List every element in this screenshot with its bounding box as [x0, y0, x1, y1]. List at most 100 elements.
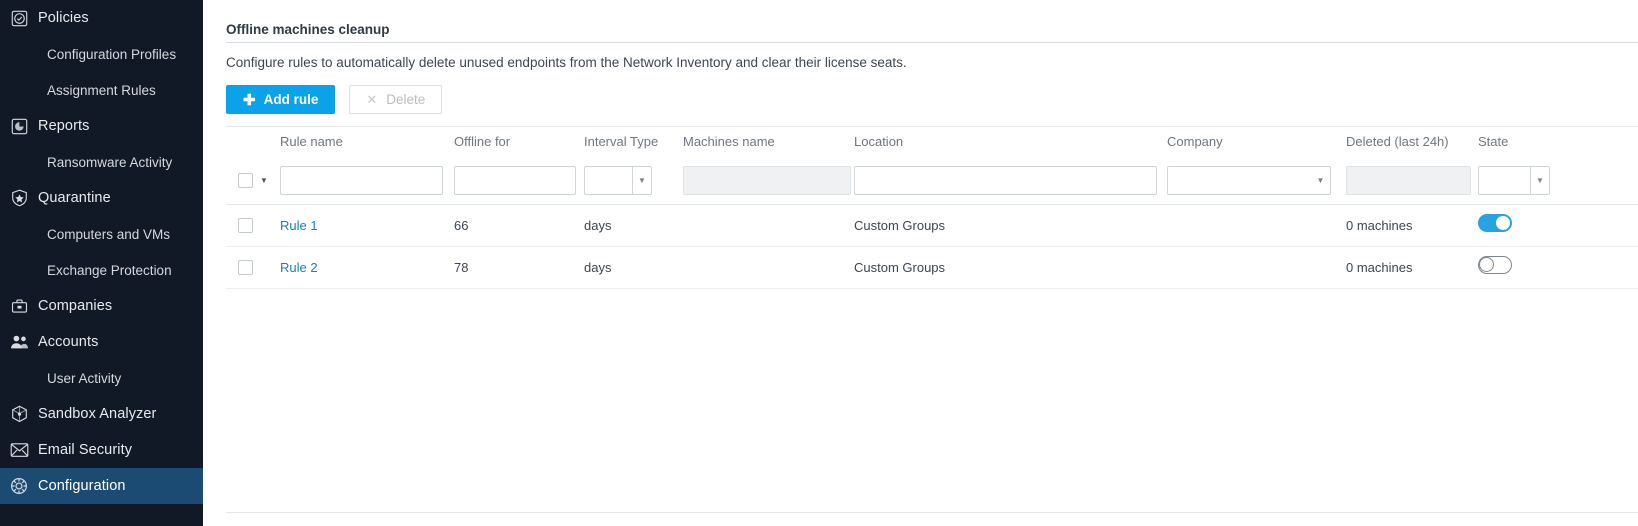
add-rule-label: Add rule [264, 92, 319, 107]
filter-interval-type-value [585, 167, 632, 194]
table-row: Rule 2 78 days Custom Groups 0 machines [226, 247, 1638, 289]
sidebar-item-label: Accounts [38, 334, 98, 350]
header-rule-name: Rule name [280, 134, 343, 149]
row-select-cell [226, 218, 277, 233]
envelope-icon [4, 439, 34, 461]
filter-location-input[interactable] [854, 166, 1157, 195]
briefcase-icon [4, 295, 34, 317]
sidebar-item-reports[interactable]: Reports [0, 108, 203, 144]
chevron-down-icon[interactable]: ▼ [1311, 167, 1330, 194]
page-title: Offline machines cleanup [226, 22, 390, 37]
sidebar-item-label: Policies [38, 10, 89, 26]
sidebar-subitem-ransomware-activity[interactable]: Ransomware Activity [0, 144, 203, 180]
chevron-down-icon[interactable]: ▼ [260, 177, 268, 185]
filter-company-select[interactable]: ▼ [1167, 166, 1331, 195]
sidebar-subitem-user-activity[interactable]: User Activity [0, 360, 203, 396]
sidebar-item-label: Sandbox Analyzer [38, 406, 157, 422]
header-interval-type: Interval Type [584, 134, 658, 149]
table-body: Rule 166daysCustom Groups0 machinesRule … [226, 205, 1638, 289]
sidebar-subitem-label: Assignment Rules [47, 83, 156, 98]
toggle-knob [1496, 216, 1510, 230]
sidebar-subitem-label: Configuration Profiles [47, 47, 176, 62]
header-deleted-last-24h: Deleted (last 24h) [1346, 134, 1449, 149]
sidebar-subitem-assignment-rules[interactable]: Assignment Rules [0, 72, 203, 108]
sidebar-subitem-configuration-profiles[interactable]: Configuration Profiles [0, 36, 203, 72]
row-select-cell [226, 260, 277, 275]
location-value: Custom Groups [854, 260, 945, 275]
header-machines-name: Machines name [683, 134, 775, 149]
sidebar-item-quarantine[interactable]: Quarantine [0, 180, 203, 216]
filter-state-value [1479, 167, 1530, 194]
sidebar-item-label: Companies [38, 298, 112, 314]
filter-cell-select-all: ▼ [226, 173, 277, 188]
state-toggle[interactable] [1478, 214, 1512, 232]
sidebar: Policies Configuration Profiles Assignment… [0, 0, 203, 526]
users-icon [4, 331, 34, 353]
filter-company-value [1168, 167, 1311, 194]
rules-table: Rule name Offline for Interval Type Mach… [226, 126, 1638, 289]
toolbar: ✚ Add rule ✕ Delete [226, 85, 442, 114]
sidebar-item-companies[interactable]: Companies [0, 288, 203, 324]
offline-for-value: 78 [454, 260, 468, 275]
filter-machines-name-input[interactable] [683, 166, 851, 195]
filter-rule-name-input[interactable] [280, 166, 443, 195]
table-row: Rule 1 66 days Custom Groups 0 machines [226, 205, 1638, 247]
sidebar-item-policies[interactable]: Policies [0, 0, 203, 36]
chevron-down-icon[interactable]: ▼ [1530, 167, 1549, 194]
gear-icon [4, 475, 34, 497]
table-filter-row: ▼ ▼ [226, 157, 1638, 205]
sidebar-subitem-label: Exchange Protection [47, 263, 172, 278]
delete-label: Delete [386, 92, 425, 107]
sidebar-item-sandbox-analyzer[interactable]: Sandbox Analyzer [0, 396, 203, 432]
chevron-down-icon[interactable]: ▼ [632, 167, 651, 194]
state-toggle[interactable] [1478, 256, 1512, 274]
page-description: Configure rules to automatically delete … [226, 55, 907, 70]
rule-name-link[interactable]: Rule 2 [280, 260, 318, 275]
sidebar-subitem-label: Ransomware Activity [47, 155, 172, 170]
filter-offline-for-input[interactable] [454, 166, 576, 195]
header-location: Location [854, 134, 903, 149]
sidebar-item-email-security[interactable]: Email Security [0, 432, 203, 468]
sidebar-item-label: Email Security [38, 442, 132, 458]
sidebar-item-configuration[interactable]: Configuration [0, 468, 203, 504]
rule-name-link[interactable]: Rule 1 [280, 218, 318, 233]
offline-for-value: 66 [454, 218, 468, 233]
toggle-knob [1479, 257, 1494, 272]
report-pie-icon [4, 115, 34, 137]
interval-type-value: days [584, 260, 611, 275]
policy-shield-check-icon [4, 7, 34, 29]
main-content: Offline machines cleanup Configure rules… [203, 0, 1638, 526]
sidebar-item-label: Reports [38, 118, 89, 134]
delete-button[interactable]: ✕ Delete [349, 85, 442, 114]
sidebar-item-label: Quarantine [38, 190, 111, 206]
deleted-last-24h-value: 0 machines [1346, 260, 1412, 275]
row-checkbox[interactable] [238, 260, 253, 275]
filter-state-select[interactable]: ▼ [1478, 166, 1550, 195]
footer-divider [226, 512, 1638, 513]
quarantine-shield-star-icon [4, 187, 34, 209]
title-divider [226, 42, 1638, 43]
header-state: State [1478, 134, 1508, 149]
sidebar-subitem-computers-and-vms[interactable]: Computers and VMs [0, 216, 203, 252]
filter-interval-type-select[interactable]: ▼ [584, 166, 652, 195]
sidebar-subitem-label: Computers and VMs [47, 227, 170, 242]
app-root: Policies Configuration Profiles Assignment… [0, 0, 1638, 526]
sidebar-item-label: Configuration [38, 478, 126, 494]
cube-icon [4, 403, 34, 425]
interval-type-value: days [584, 218, 611, 233]
select-all-checkbox[interactable] [238, 173, 253, 188]
row-checkbox[interactable] [238, 218, 253, 233]
offline-machines-cleanup-panel: Offline machines cleanup Configure rules… [226, 0, 1638, 526]
header-company: Company [1167, 134, 1223, 149]
plus-icon: ✚ [243, 91, 256, 109]
header-offline-for: Offline for [454, 134, 510, 149]
table-header-row: Rule name Offline for Interval Type Mach… [226, 126, 1638, 157]
add-rule-button[interactable]: ✚ Add rule [226, 85, 335, 114]
sidebar-subitem-label: User Activity [47, 371, 121, 386]
deleted-last-24h-value: 0 machines [1346, 218, 1412, 233]
sidebar-item-accounts[interactable]: Accounts [0, 324, 203, 360]
filter-deleted-last-24h-input[interactable] [1346, 166, 1471, 195]
x-icon: ✕ [366, 92, 377, 108]
location-value: Custom Groups [854, 218, 945, 233]
sidebar-subitem-exchange-protection[interactable]: Exchange Protection [0, 252, 203, 288]
